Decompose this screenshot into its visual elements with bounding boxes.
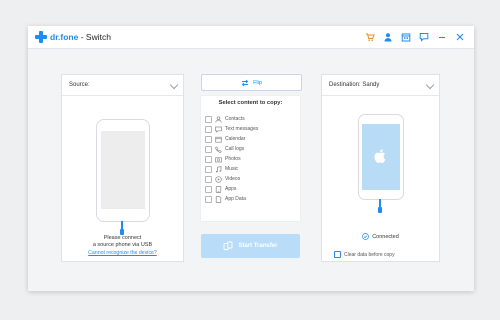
connected-label: Connected	[372, 233, 399, 240]
transfer-icon	[224, 241, 233, 250]
video-icon	[215, 175, 222, 183]
destination-phone-image	[358, 114, 404, 200]
brand-name: dr.fone	[50, 32, 79, 42]
destination-label: Destination: Sandy	[329, 82, 380, 88]
source-prompt-line1: Please connect	[103, 235, 142, 241]
source-phone-screen	[101, 131, 145, 209]
connection-status: Connected	[322, 233, 439, 240]
checkbox[interactable]	[205, 165, 212, 173]
content-item-photos[interactable]: Photos	[205, 154, 241, 164]
content-item-label: Apps	[225, 186, 237, 192]
destination-header[interactable]: Destination: Sandy	[322, 75, 439, 96]
content-item-text-messages[interactable]: Text messages	[205, 124, 258, 134]
content-item-call-logs[interactable]: Call logs	[205, 144, 244, 154]
flip-icon	[241, 79, 249, 86]
camera-icon	[215, 156, 222, 163]
app-window: dr.fone - Switch Source: Please connect …	[28, 26, 474, 291]
source-phone-image	[96, 119, 150, 222]
content-item-label: Photos	[225, 156, 241, 162]
apple-logo-icon	[374, 149, 386, 163]
destination-phone-screen	[362, 124, 400, 190]
content-item-label: Calendar	[225, 136, 246, 142]
content-item-label: Text messages	[225, 126, 259, 132]
app-title: dr.fone - Switch	[50, 31, 111, 43]
flip-button[interactable]: Flip	[201, 74, 302, 91]
content-item-label: Call logs	[225, 146, 245, 152]
clear-data-checkbox[interactable]	[334, 251, 341, 258]
calendar-icon	[215, 136, 222, 143]
checkbox[interactable]	[205, 125, 212, 133]
checkbox[interactable]	[205, 155, 212, 163]
checkbox[interactable]	[205, 115, 212, 123]
source-panel: Source: Please connect a source phone vi…	[61, 74, 184, 262]
content-item-label: Contacts	[225, 116, 245, 122]
app-data-icon	[215, 195, 222, 203]
flip-label: Flip	[253, 79, 262, 86]
content-item-calendar[interactable]: Calendar	[205, 134, 245, 144]
content-item-label: App Data	[225, 196, 246, 202]
chevron-down-icon	[169, 80, 179, 90]
content-panel: Select content to copy: Contacts Text me…	[201, 96, 300, 221]
clear-data-option[interactable]: Clear data before copy	[334, 251, 395, 258]
content-header: Select content to copy:	[218, 100, 283, 106]
chevron-down-icon	[425, 80, 435, 90]
drfone-logo-icon	[35, 31, 47, 43]
source-prompt-line2: a source phone via USB	[92, 242, 153, 248]
start-transfer-button[interactable]: Start Transfer	[201, 234, 300, 258]
checkbox[interactable]	[205, 175, 212, 183]
module-name: Switch	[85, 32, 111, 42]
content-item-contacts[interactable]: Contacts	[205, 114, 245, 124]
source-label: Source:	[69, 82, 90, 88]
contacts-icon	[215, 115, 222, 123]
calendar-icon[interactable]	[399, 31, 412, 44]
content-item-music[interactable]: Music	[205, 164, 238, 174]
close-icon[interactable]	[453, 31, 466, 44]
destination-panel: Destination: Sandy Connected Clear data …	[321, 74, 440, 262]
destination-usb-plug-icon	[378, 207, 382, 213]
checkbox[interactable]	[205, 145, 212, 153]
messages-icon	[215, 126, 222, 133]
minimize-icon[interactable]	[435, 31, 448, 44]
content-item-label: Videos	[225, 176, 241, 182]
start-transfer-label: Start Transfer	[238, 243, 278, 249]
destination-usb-cable-icon	[379, 199, 381, 207]
source-usb-cable-icon	[121, 221, 123, 229]
checkbox[interactable]	[205, 135, 212, 143]
cannot-recognize-link[interactable]: Cannot recognize the device?	[62, 250, 183, 256]
cart-icon[interactable]	[363, 31, 376, 44]
content-item-app-data[interactable]: App Data	[205, 194, 246, 204]
title-bar: dr.fone - Switch	[28, 26, 474, 49]
content-item-label: Music	[225, 166, 239, 172]
content-item-videos[interactable]: Videos	[205, 174, 240, 184]
call-logs-icon	[215, 145, 222, 153]
clear-data-label: Clear data before copy	[344, 251, 395, 258]
feedback-icon[interactable]	[417, 31, 430, 44]
content-item-apps[interactable]: Apps	[205, 184, 236, 194]
apps-icon	[215, 185, 222, 193]
title-separator: -	[78, 32, 86, 42]
check-circle-icon	[362, 233, 370, 240]
account-icon[interactable]	[381, 31, 394, 44]
checkbox[interactable]	[205, 195, 212, 203]
music-icon	[215, 165, 222, 173]
checkbox[interactable]	[205, 185, 212, 193]
source-header[interactable]: Source:	[62, 75, 183, 96]
